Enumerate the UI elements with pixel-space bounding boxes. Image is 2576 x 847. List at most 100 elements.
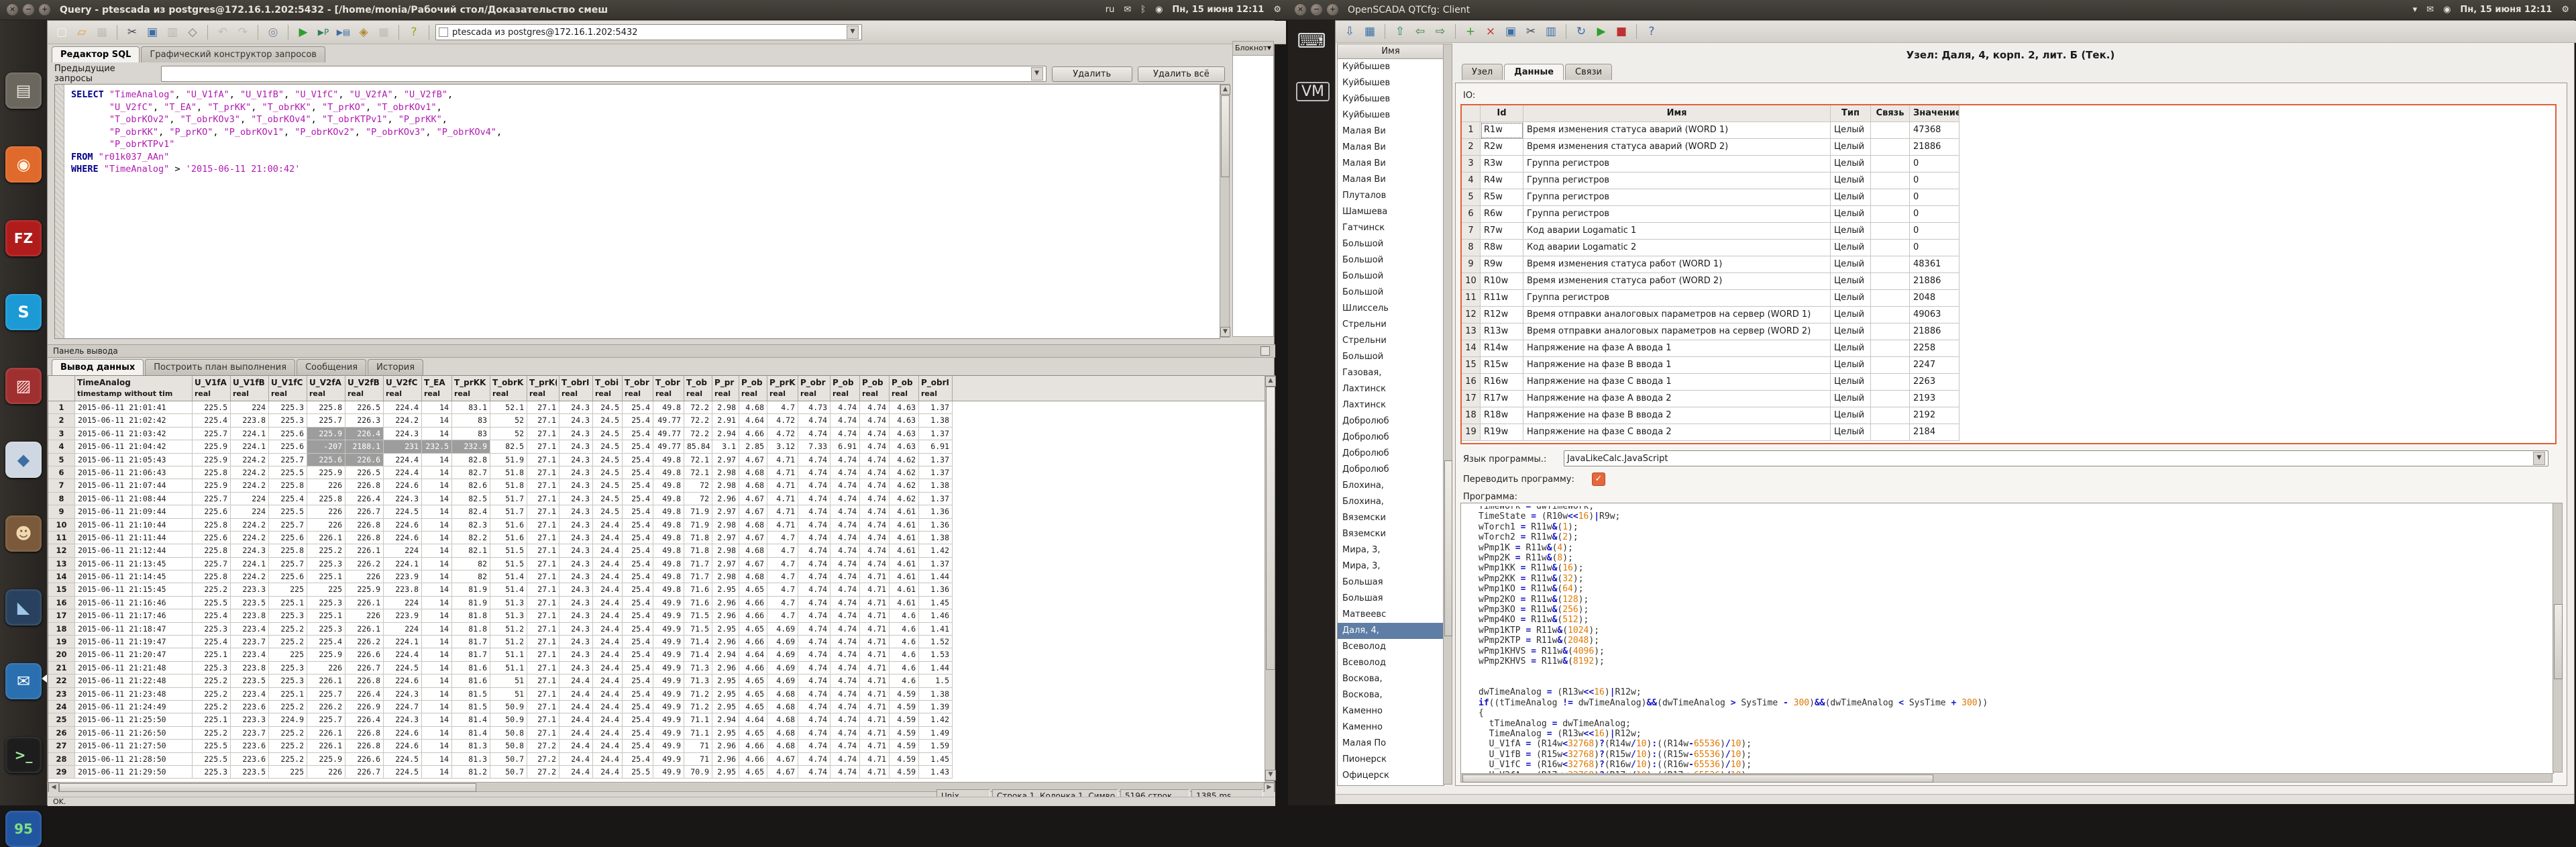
cell[interactable]: 49.9 [653, 648, 684, 661]
io-row[interactable]: 18R18wНапряжение на фазе В ввода 2Целый2… [1462, 407, 2555, 424]
cell[interactable]: 225.9 [307, 648, 345, 661]
cell[interactable]: 226.1 [307, 675, 345, 687]
cell[interactable]: 4.74 [798, 713, 830, 726]
cell[interactable]: 4.71 [860, 675, 890, 687]
cell[interactable]: 27.2 [527, 753, 559, 766]
table-row[interactable]: 262015-06-11 21:26:50225.2223.7225.2226.… [48, 727, 1265, 740]
io-name[interactable]: Время отправки аналоговых параметров на … [1523, 307, 1831, 323]
cell[interactable]: 225.5 [193, 740, 231, 752]
tree-item[interactable]: Большая [1338, 575, 1444, 591]
output-panel-detach-icon[interactable] [1260, 346, 1270, 356]
cell-timestamp[interactable]: 2015-06-11 21:24:49 [75, 701, 193, 713]
tree-item[interactable]: Большой [1338, 268, 1444, 285]
cell[interactable]: 224.1 [231, 558, 269, 570]
cell[interactable]: 4.74 [798, 662, 830, 675]
tree-item[interactable]: Большой [1338, 349, 1444, 365]
table-row[interactable]: 32015-06-11 21:03:42225.7224.1225.6225.9… [48, 428, 1265, 440]
cell-timestamp[interactable]: 2015-06-11 21:02:42 [75, 414, 193, 427]
row-number[interactable]: 14 [48, 570, 75, 583]
cell[interactable]: 49.8 [653, 558, 684, 570]
io-link[interactable] [1871, 407, 1910, 424]
cell[interactable]: 4.74 [798, 583, 830, 596]
column-header[interactable]: T_obreal [684, 376, 712, 401]
cell[interactable]: 226.8 [345, 532, 384, 544]
cell[interactable]: 82 [452, 558, 490, 570]
io-row[interactable]: 2R2wВремя изменения статуса аварий (WORD… [1462, 139, 2555, 156]
io-value[interactable]: 2193 [1910, 391, 1960, 407]
cell[interactable]: 4.65 [739, 701, 767, 713]
tab-sql-editor[interactable]: Редактор SQL [52, 46, 140, 62]
io-type[interactable]: Целый [1831, 307, 1871, 323]
cell[interactable]: 1.37 [919, 493, 953, 505]
cell[interactable]: 4.74 [860, 532, 890, 544]
table-row[interactable]: 172015-06-11 21:17:46225.4223.8225.3225.… [48, 609, 1265, 622]
io-row[interactable]: 8R8wКод аварии Logamatic 2Целый0 [1462, 240, 2555, 256]
tab-data-output[interactable]: Вывод данных [52, 359, 144, 375]
tree-item[interactable]: Матвеевс [1338, 607, 1444, 623]
cell[interactable]: 50.7 [490, 766, 527, 779]
cell[interactable]: 51.5 [490, 558, 527, 570]
cell[interactable]: 4.71 [860, 597, 890, 609]
row-number[interactable]: 4 [48, 440, 75, 453]
io-column-header[interactable]: Тип [1831, 105, 1871, 122]
cell-timestamp[interactable]: 2015-06-11 21:17:46 [75, 609, 193, 622]
io-row[interactable]: 13R13wВремя отправки аналоговых параметр… [1462, 323, 2555, 340]
cell[interactable]: 49.9 [653, 753, 684, 766]
cell[interactable]: 4.6 [890, 636, 919, 648]
cell[interactable]: 24.3 [559, 609, 593, 622]
io-name[interactable]: Группа регистров [1523, 290, 1831, 307]
monkey-app-launcher-icon[interactable]: ☻ [5, 515, 42, 552]
cell[interactable]: 24.4 [593, 688, 623, 701]
cell[interactable]: 225.3 [307, 597, 345, 609]
firefox-launcher-icon[interactable]: ◉ [5, 146, 42, 183]
column-header[interactable]: T_prK(real [527, 376, 559, 401]
cell[interactable]: 25.4 [623, 701, 653, 713]
cell[interactable]: 24.3 [559, 493, 593, 505]
cell[interactable]: 224.4 [384, 648, 422, 661]
delete-all-queries-button[interactable]: Удалить всё [1138, 66, 1225, 82]
cell[interactable]: 25.4 [623, 727, 653, 740]
cell[interactable]: 225.6 [269, 570, 307, 583]
cell[interactable]: 225.8 [307, 401, 345, 414]
cell[interactable]: 225.1 [193, 713, 231, 726]
cell[interactable]: 52 [490, 414, 527, 427]
cell[interactable]: 224.7 [384, 701, 422, 713]
scada-app-launcher-icon[interactable]: 95 [5, 811, 42, 847]
column-header[interactable]: P_obrIreal [919, 376, 953, 401]
cell[interactable]: 25.4 [623, 454, 653, 466]
cell[interactable]: 4.74 [798, 753, 830, 766]
cell[interactable]: 25.4 [623, 544, 653, 557]
cell[interactable]: 223.5 [231, 766, 269, 779]
tree-item[interactable]: Большой [1338, 236, 1444, 252]
cell[interactable]: 224.2 [231, 454, 269, 466]
io-name[interactable]: Время изменения статуса работ (WORD 1) [1523, 256, 1831, 273]
cell[interactable]: 25.4 [623, 466, 653, 479]
cell[interactable]: 4.71 [767, 505, 798, 518]
cell[interactable]: 2.95 [712, 675, 739, 687]
cell[interactable]: 24.3 [559, 466, 593, 479]
cell[interactable]: 4.72 [767, 414, 798, 427]
cell[interactable]: 27.1 [527, 597, 559, 609]
cell[interactable]: 4.69 [767, 623, 798, 636]
row-number[interactable]: 29 [48, 766, 75, 779]
clock-right[interactable]: Пн, 15 июня 12:11 [2460, 5, 2552, 15]
cell[interactable]: 71.1 [684, 727, 712, 740]
cell-timestamp[interactable]: 2015-06-11 21:27:50 [75, 740, 193, 752]
cell[interactable]: 4.74 [830, 544, 860, 557]
cell[interactable]: 24.5 [593, 466, 623, 479]
cut-button[interactable]: ✂ [123, 23, 141, 41]
io-value[interactable]: 2247 [1910, 357, 1960, 374]
cell[interactable]: 49.9 [653, 727, 684, 740]
cell[interactable]: 24.4 [593, 662, 623, 675]
io-link[interactable] [1871, 223, 1910, 240]
io-row[interactable]: 1R1wВремя изменения статуса аварий (WORD… [1462, 122, 2555, 139]
cell[interactable]: 24.3 [559, 597, 593, 609]
window-buttons-right[interactable]: × − + [1295, 4, 1338, 15]
cell[interactable]: 225.2 [193, 583, 231, 596]
io-type[interactable]: Целый [1831, 206, 1871, 223]
table-row[interactable]: 72015-06-11 21:07:44225.9224.2225.822622… [48, 479, 1265, 492]
cell[interactable]: 4.67 [739, 505, 767, 518]
session-menu-icon[interactable]: ⚙ [2561, 5, 2569, 15]
io-name[interactable]: Код аварии Logamatic 2 [1523, 240, 1831, 256]
table-row[interactable]: 152015-06-11 21:15:45225.2223.3225225225… [48, 583, 1265, 596]
